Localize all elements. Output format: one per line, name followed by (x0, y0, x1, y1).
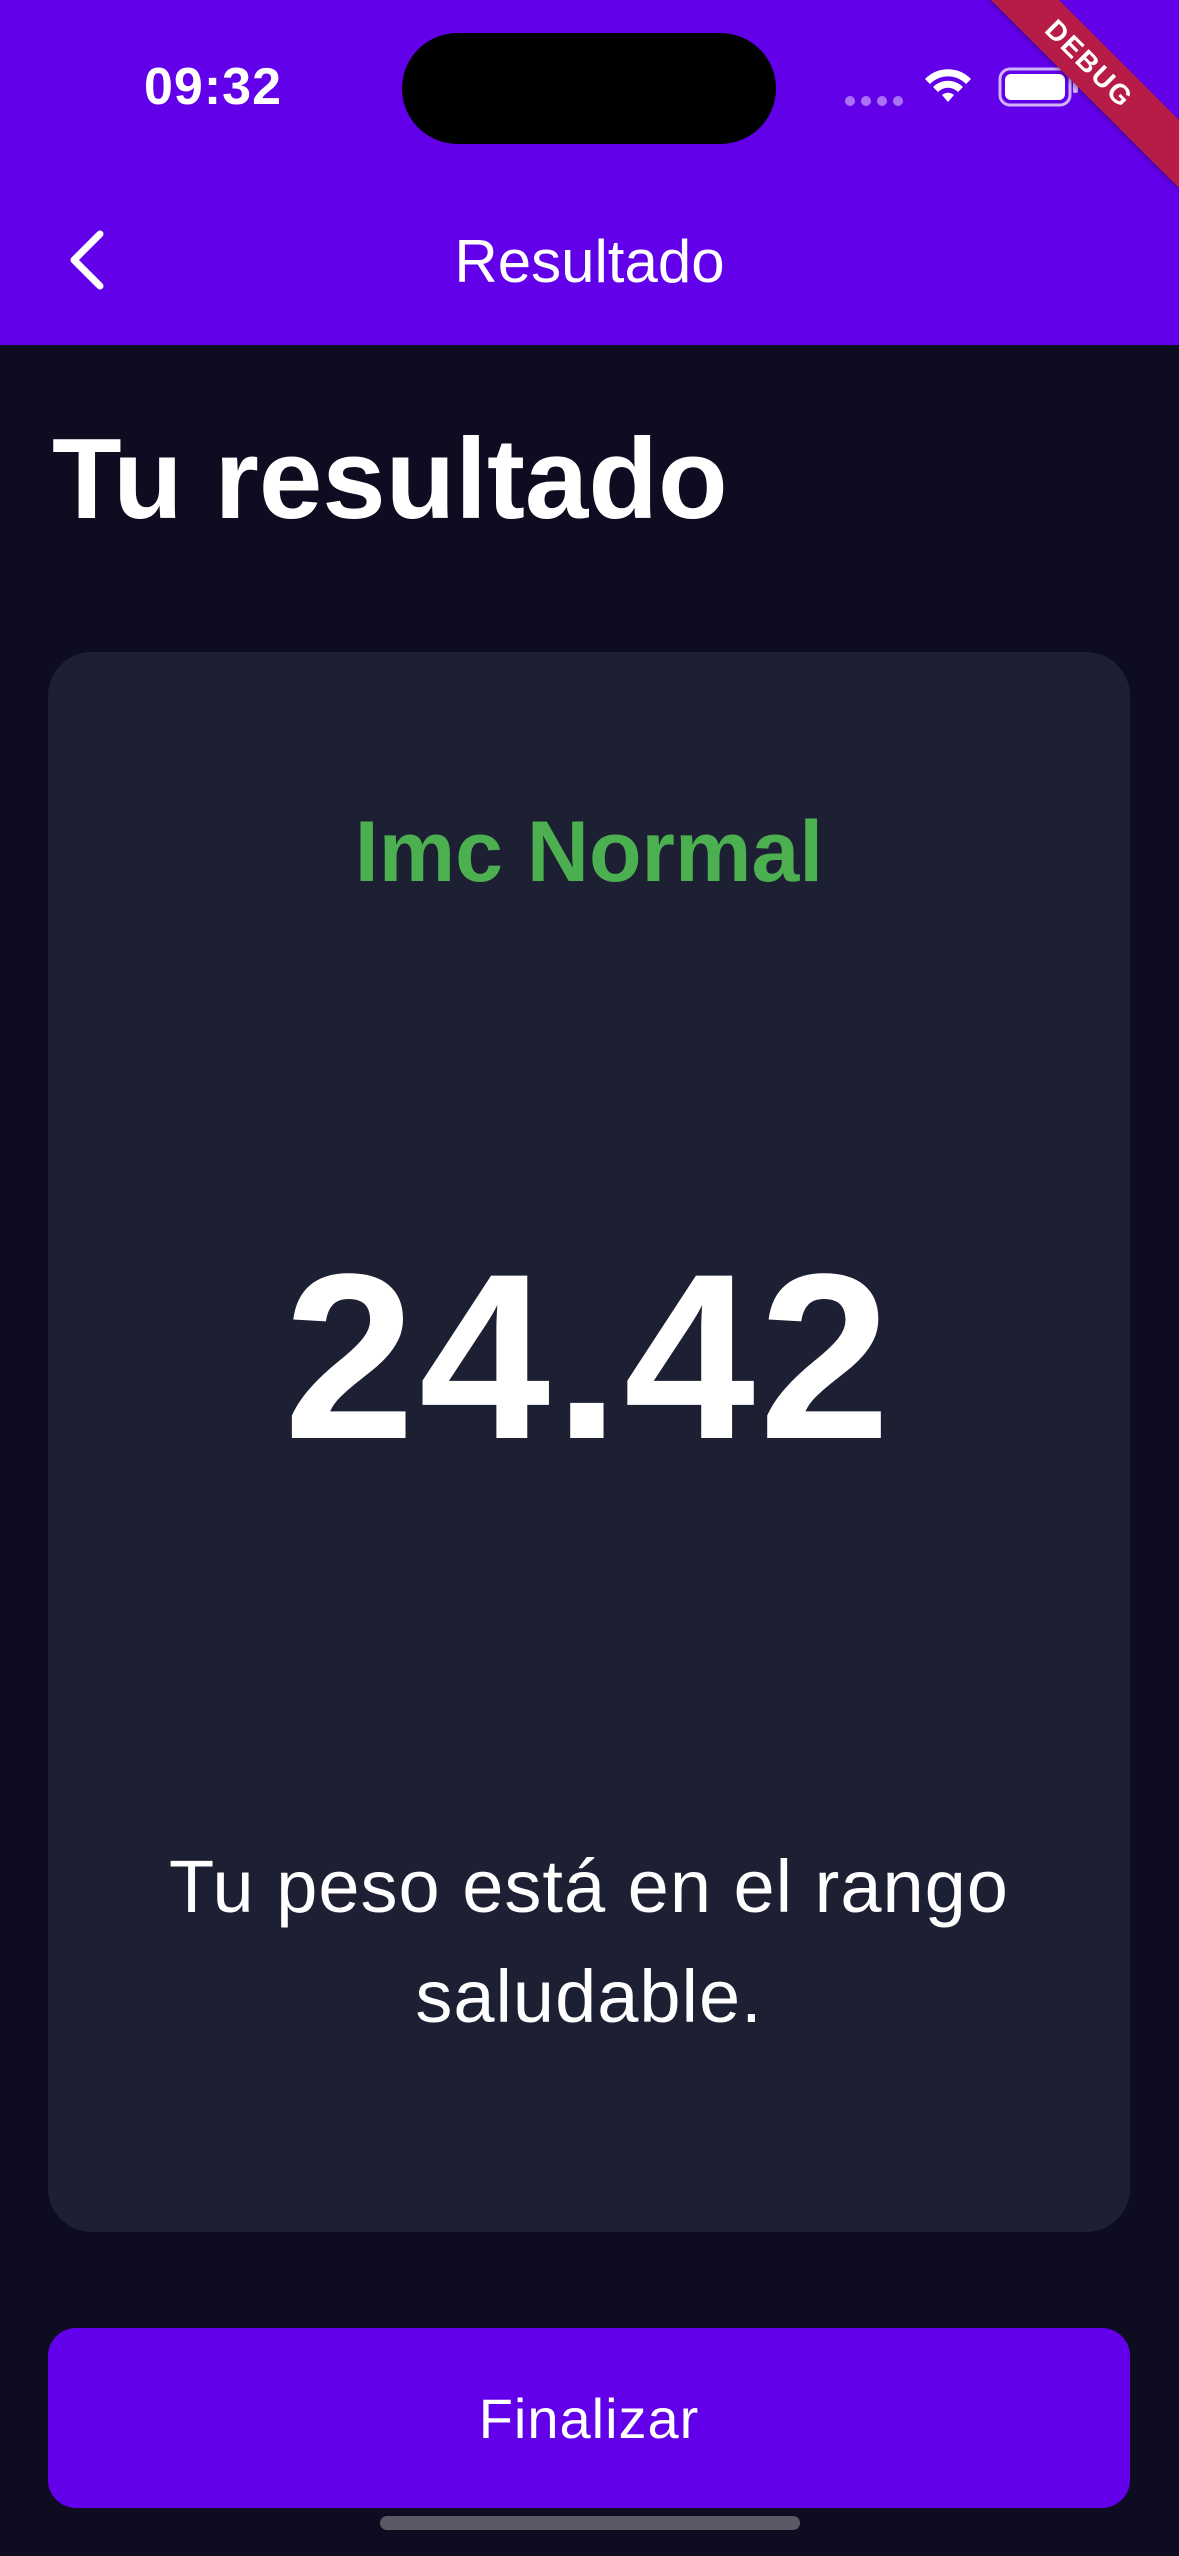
result-card: Imc Normal 24.42 Tu peso está en el rang… (48, 652, 1130, 2232)
dynamic-island (402, 33, 776, 144)
finish-button[interactable]: Finalizar (48, 2328, 1130, 2508)
page-title: Tu resultado (52, 416, 728, 543)
status-time: 09:32 (144, 58, 282, 116)
imc-value: 24.42 (283, 1225, 895, 1489)
imc-category: Imc Normal (354, 804, 824, 900)
app-bar: 09:32 DEBUG Resultado (0, 0, 1179, 345)
wifi-icon (925, 69, 971, 102)
imc-description: Tu peso está en el rango saludable. (169, 1845, 1009, 2038)
cellular-signal-icon (845, 94, 905, 108)
appbar-title: Resultado (454, 228, 725, 295)
home-indicator[interactable] (380, 2516, 800, 2530)
